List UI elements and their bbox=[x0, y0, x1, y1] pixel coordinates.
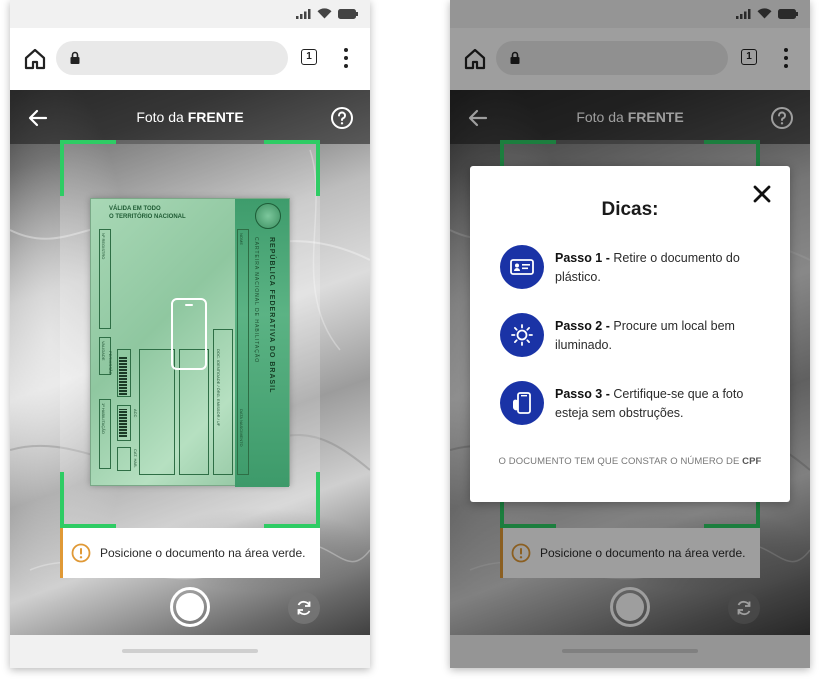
warning-icon bbox=[71, 543, 91, 563]
alert-message: Posicione o documento na área verde. bbox=[100, 546, 306, 560]
help-icon[interactable] bbox=[330, 106, 354, 130]
document-guide-frame: VÁLIDA EM TODO O TERRITÓRIO NACIONAL REPÚ… bbox=[60, 140, 320, 528]
tip-step-text: Passo 1 - Retire o documento do plástico… bbox=[555, 251, 740, 284]
document-field-label: 1ª HABILITAÇÃO bbox=[101, 403, 106, 434]
document-field-label: CAT. HAB. bbox=[133, 449, 138, 468]
system-nav-bar bbox=[10, 635, 370, 668]
frame-corner-top-left bbox=[60, 140, 116, 196]
status-bar bbox=[10, 0, 370, 28]
phone-outline-icon bbox=[171, 298, 207, 370]
document-field-box bbox=[139, 349, 175, 475]
capture-button[interactable] bbox=[170, 587, 210, 627]
document-header: VÁLIDA EM TODO O TERRITÓRIO NACIONAL bbox=[109, 206, 186, 220]
document-field-label: DOC. IDENTIDADE / ÓRG. EMISSOR / UF bbox=[216, 349, 221, 427]
coat-of-arms-icon bbox=[255, 203, 281, 229]
frame-corner-top-right bbox=[264, 140, 320, 196]
camera-header: Foto da FRENTE bbox=[10, 90, 370, 144]
tab-switcher-button[interactable]: 1 bbox=[301, 49, 317, 65]
more-vertical-icon[interactable] bbox=[340, 46, 352, 70]
browser-toolbar: 1 bbox=[10, 28, 370, 90]
tip-step-3: Passo 3 - Certifique-se que a foto estej… bbox=[500, 381, 770, 427]
modal-footer-note: O DOCUMENTO TEM QUE CONSTAR O NÚMERO DE … bbox=[498, 456, 762, 467]
id-card-icon bbox=[500, 245, 544, 289]
document-country: REPÚBLICA FEDERATIVA DO BRASIL bbox=[268, 237, 275, 394]
document-field-label: DATA NASCIMENTO bbox=[239, 409, 244, 447]
document-field-box bbox=[117, 447, 131, 471]
home-gesture-bar[interactable] bbox=[122, 649, 258, 653]
page-title: Foto da FRENTE bbox=[136, 109, 244, 125]
camera-viewfinder: Foto da FRENTE VÁLIDA EM TODO O TERRITÓRI… bbox=[10, 90, 370, 635]
home-icon[interactable] bbox=[22, 46, 48, 72]
tip-step-text: Passo 3 - Certifique-se que a foto estej… bbox=[555, 387, 744, 420]
address-bar[interactable] bbox=[56, 41, 288, 75]
tips-modal: Dicas: Passo 1 - Retire o documento do p… bbox=[470, 166, 790, 502]
close-icon[interactable] bbox=[752, 184, 772, 204]
refresh-icon bbox=[297, 600, 311, 616]
document-field-label: VALIDADE bbox=[101, 341, 106, 361]
wifi-icon bbox=[317, 8, 332, 19]
document-field-label: ACC bbox=[133, 409, 138, 418]
document-field-label: PERMISSÃO bbox=[108, 351, 113, 375]
document-field-label: Nº REGISTRO bbox=[101, 233, 106, 260]
tip-step-1: Passo 1 - Retire o documento do plástico… bbox=[500, 245, 770, 291]
tip-step-text: Passo 2 - Procure um local bem iluminado… bbox=[555, 319, 735, 352]
document-barcode bbox=[119, 409, 127, 437]
sun-icon bbox=[500, 313, 544, 357]
alert-banner: Posicione o documento na área verde. bbox=[60, 528, 320, 578]
document-type: CARTEIRA NACIONAL DE HABILITAÇÃO bbox=[253, 237, 259, 364]
document-field-label: NOME bbox=[239, 233, 244, 245]
signal-icon bbox=[296, 8, 311, 19]
document-barcode bbox=[119, 357, 127, 395]
modal-title: Dicas: bbox=[601, 199, 659, 220]
tip-step-2: Passo 2 - Procure um local bem iluminado… bbox=[500, 313, 770, 359]
battery-icon bbox=[338, 8, 358, 19]
phone-hand-icon bbox=[500, 381, 544, 425]
switch-camera-button[interactable] bbox=[288, 592, 320, 624]
lock-icon bbox=[70, 51, 80, 64]
phone-screen-camera: 1 Foto da FRENTE VÁLIDA EM TODO O TERRITÓ… bbox=[10, 0, 370, 668]
